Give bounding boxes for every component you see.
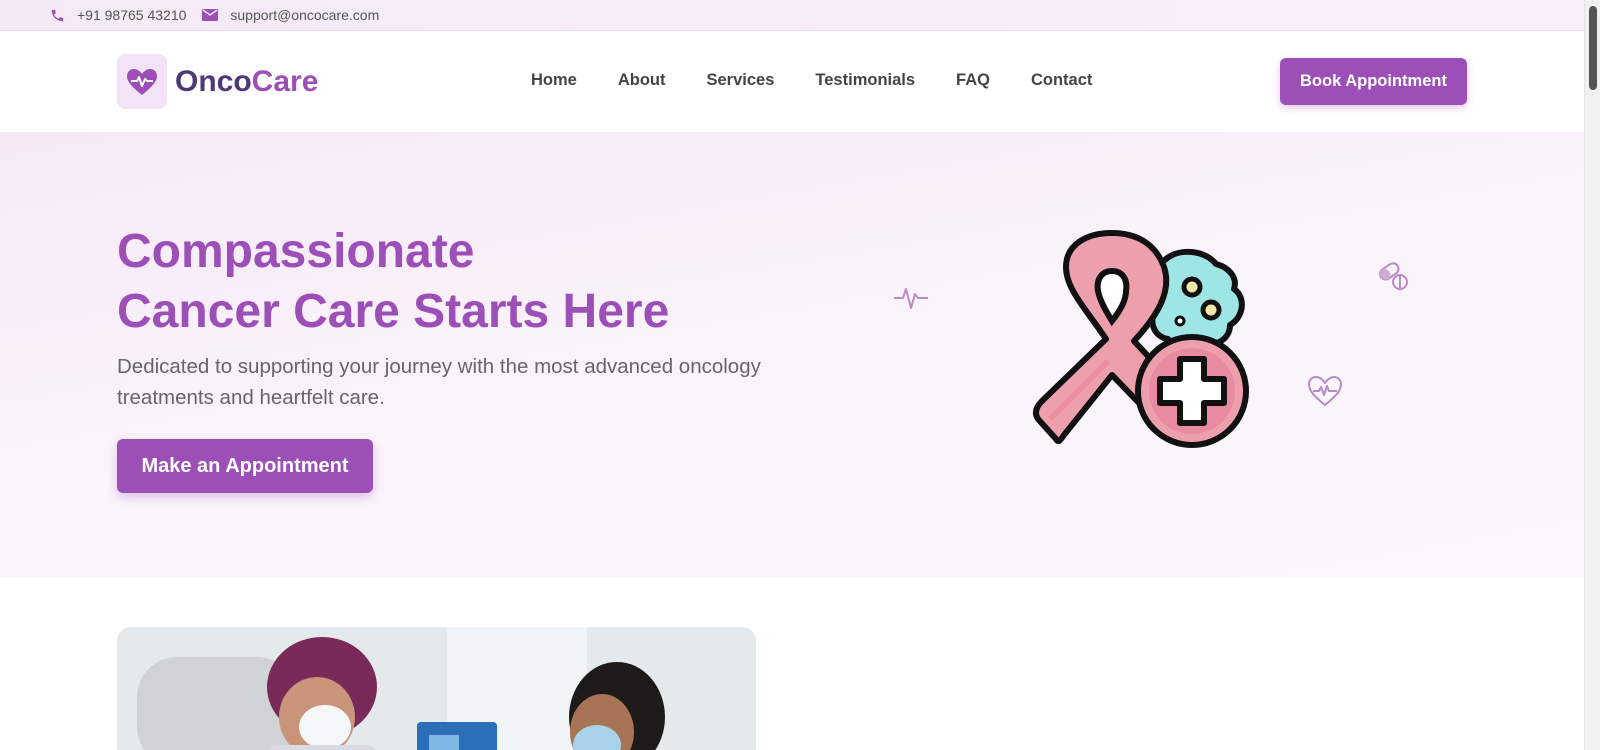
pulse-line-icon	[893, 284, 929, 317]
pill-icon	[1376, 258, 1412, 299]
nav-contact[interactable]: Contact	[1031, 71, 1092, 90]
patient-care-photo	[117, 627, 756, 750]
brand-name-part2: Care	[251, 64, 319, 98]
scrollbar-thumb[interactable]	[1589, 6, 1597, 90]
email-contact[interactable]: support@oncocare.com	[202, 7, 379, 23]
heart-outline-icon	[1307, 374, 1343, 413]
make-appointment-button[interactable]: Make an Appointment	[117, 439, 373, 493]
primary-nav: Home About Services Testimonials FAQ Con…	[531, 71, 1133, 90]
hero-title: Compassionate Cancer Care Starts Here	[117, 222, 669, 342]
nav-faq[interactable]: FAQ	[956, 71, 990, 90]
phone-contact[interactable]: +91 98765 43210	[50, 7, 186, 23]
hero-section: Compassionate Cancer Care Starts Here De…	[0, 132, 1584, 577]
top-contact-bar: +91 98765 43210 support@oncocare.com	[0, 0, 1584, 31]
email-address: support@oncocare.com	[230, 7, 380, 23]
nav-services[interactable]: Services	[707, 71, 775, 90]
phone-icon	[50, 8, 65, 23]
phone-number: +91 98765 43210	[77, 7, 187, 23]
hero-title-line2: Cancer Care Starts Here	[117, 285, 670, 338]
page-scrollbar[interactable]	[1584, 0, 1600, 750]
brand-name-part1: Onco	[175, 64, 252, 98]
heart-pulse-icon	[117, 54, 167, 109]
nav-home[interactable]: Home	[531, 71, 577, 90]
mail-icon	[202, 9, 219, 21]
cancer-ribbon-icon	[1016, 229, 1256, 456]
book-appointment-button[interactable]: Book Appointment	[1280, 58, 1467, 105]
nav-testimonials[interactable]: Testimonials	[815, 71, 915, 90]
hero-title-line1: Compassionate	[117, 225, 475, 278]
main-navbar: OncoCare Home About Services Testimonial…	[0, 31, 1584, 132]
nav-about[interactable]: About	[618, 71, 666, 90]
brand-name: OncoCare	[175, 65, 318, 99]
site-logo[interactable]: OncoCare	[117, 54, 318, 109]
hero-subtitle: Dedicated to supporting your journey wit…	[117, 355, 761, 409]
